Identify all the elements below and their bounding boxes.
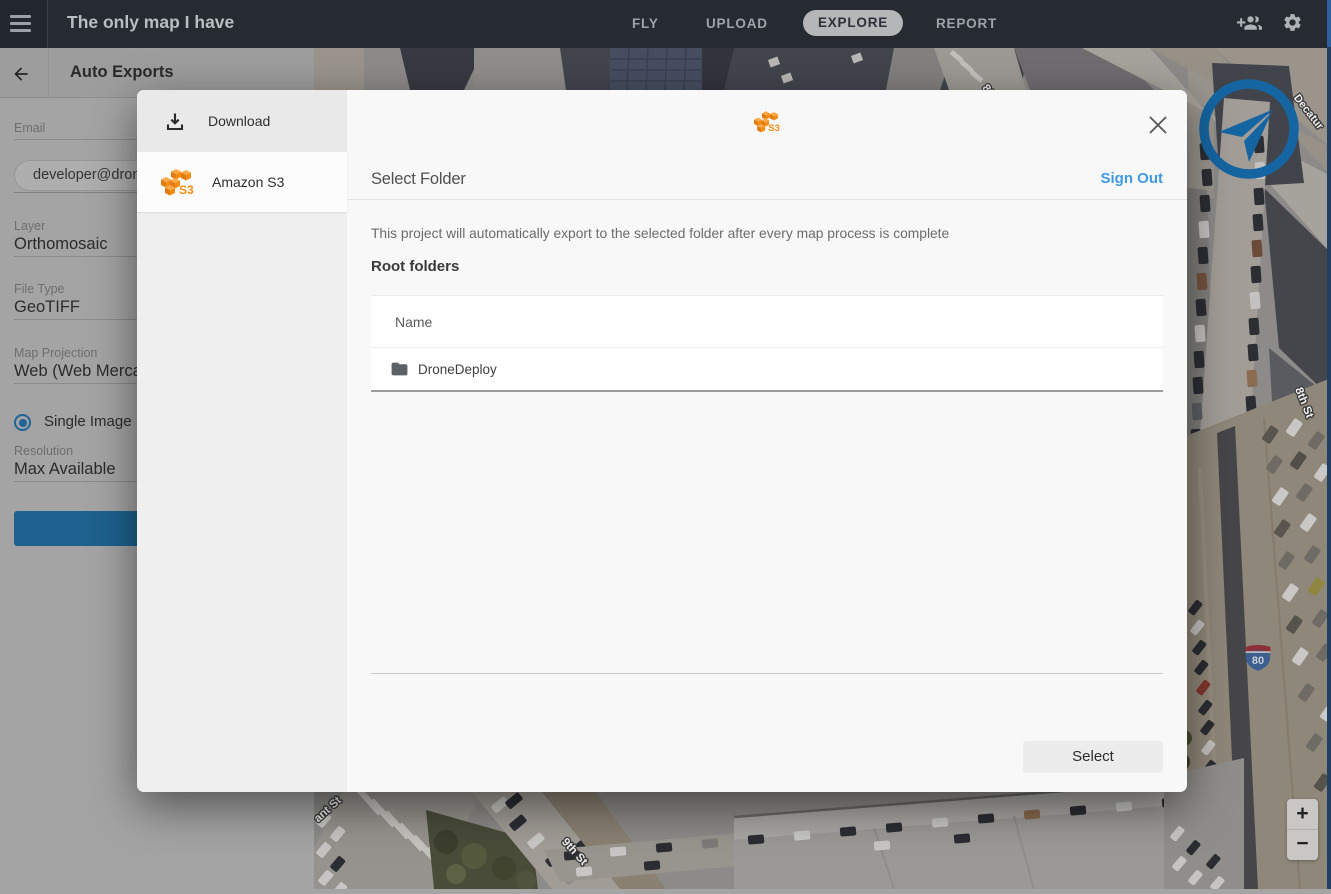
svg-text:S3: S3: [179, 183, 194, 196]
svg-text:80: 80: [1252, 655, 1264, 667]
svg-text:S3: S3: [768, 123, 780, 133]
